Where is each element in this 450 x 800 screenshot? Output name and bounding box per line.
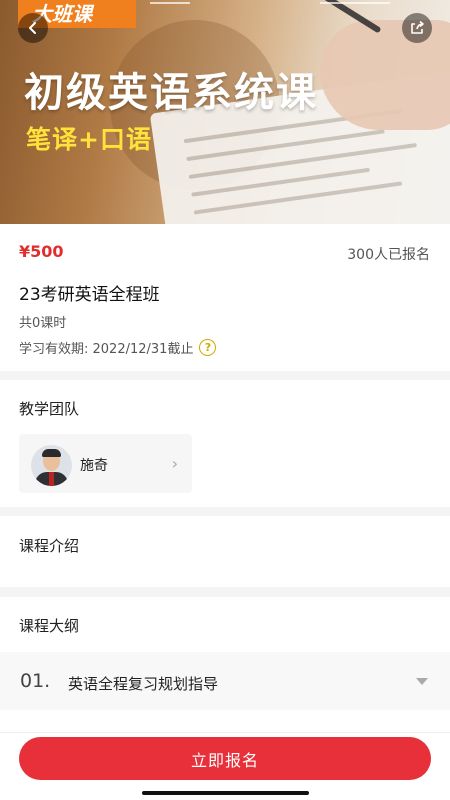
section-title-team: 教学团队 bbox=[19, 400, 80, 418]
teacher-avatar bbox=[31, 445, 72, 486]
validity-text: 学习有效期: 2022/12/31截止 bbox=[19, 342, 194, 357]
banner-title: 初级英语系统课 bbox=[24, 70, 318, 116]
course-outline-section: 课程大纲 01. 英语全程复习规划指导 bbox=[0, 597, 450, 732]
bottom-action-bar: 立即报名 bbox=[0, 732, 450, 800]
course-price: ¥500 bbox=[19, 242, 64, 261]
back-button[interactable] bbox=[18, 13, 48, 43]
chapter-title: 英语全程复习规划指导 bbox=[68, 675, 219, 693]
validity-row: 学习有效期: 2022/12/31截止 ? bbox=[19, 338, 217, 357]
course-intro-section: 课程介绍 bbox=[0, 516, 450, 587]
section-title-outline: 课程大纲 bbox=[19, 617, 80, 635]
share-button[interactable] bbox=[402, 13, 432, 43]
enroll-now-button[interactable]: 立即报名 bbox=[19, 737, 431, 780]
outline-chapter-item[interactable]: 01. 英语全程复习规划指导 bbox=[0, 652, 450, 710]
caret-down-icon[interactable] bbox=[416, 678, 428, 685]
banner-hand-image bbox=[320, 20, 450, 130]
chevron-right-icon: › bbox=[171, 454, 178, 473]
chevron-left-icon bbox=[29, 22, 36, 34]
course-title: 23考研英语全程班 bbox=[19, 285, 160, 305]
lesson-count: 共0课时 bbox=[19, 316, 67, 331]
teacher-name: 施奇 bbox=[80, 458, 108, 474]
help-icon[interactable]: ? bbox=[199, 339, 217, 356]
status-bar bbox=[150, 2, 190, 4]
status-bar bbox=[320, 2, 390, 4]
home-indicator bbox=[142, 791, 309, 795]
chapter-number: 01. bbox=[20, 670, 51, 692]
teaching-team-section: 教学团队 施奇 › bbox=[0, 380, 450, 507]
banner-subtitle: 笔译+口语 bbox=[26, 125, 152, 154]
section-title-intro: 课程介绍 bbox=[19, 537, 80, 555]
teacher-card[interactable]: 施奇 › bbox=[19, 434, 192, 493]
share-icon bbox=[411, 20, 424, 34]
course-banner: 大班课 初级英语系统课 笔译+口语 bbox=[0, 0, 450, 224]
enrolled-count: 300人已报名 bbox=[347, 247, 430, 263]
course-info-card: ¥500 300人已报名 23考研英语全程班 共0课时 学习有效期: 2022/… bbox=[0, 224, 450, 371]
